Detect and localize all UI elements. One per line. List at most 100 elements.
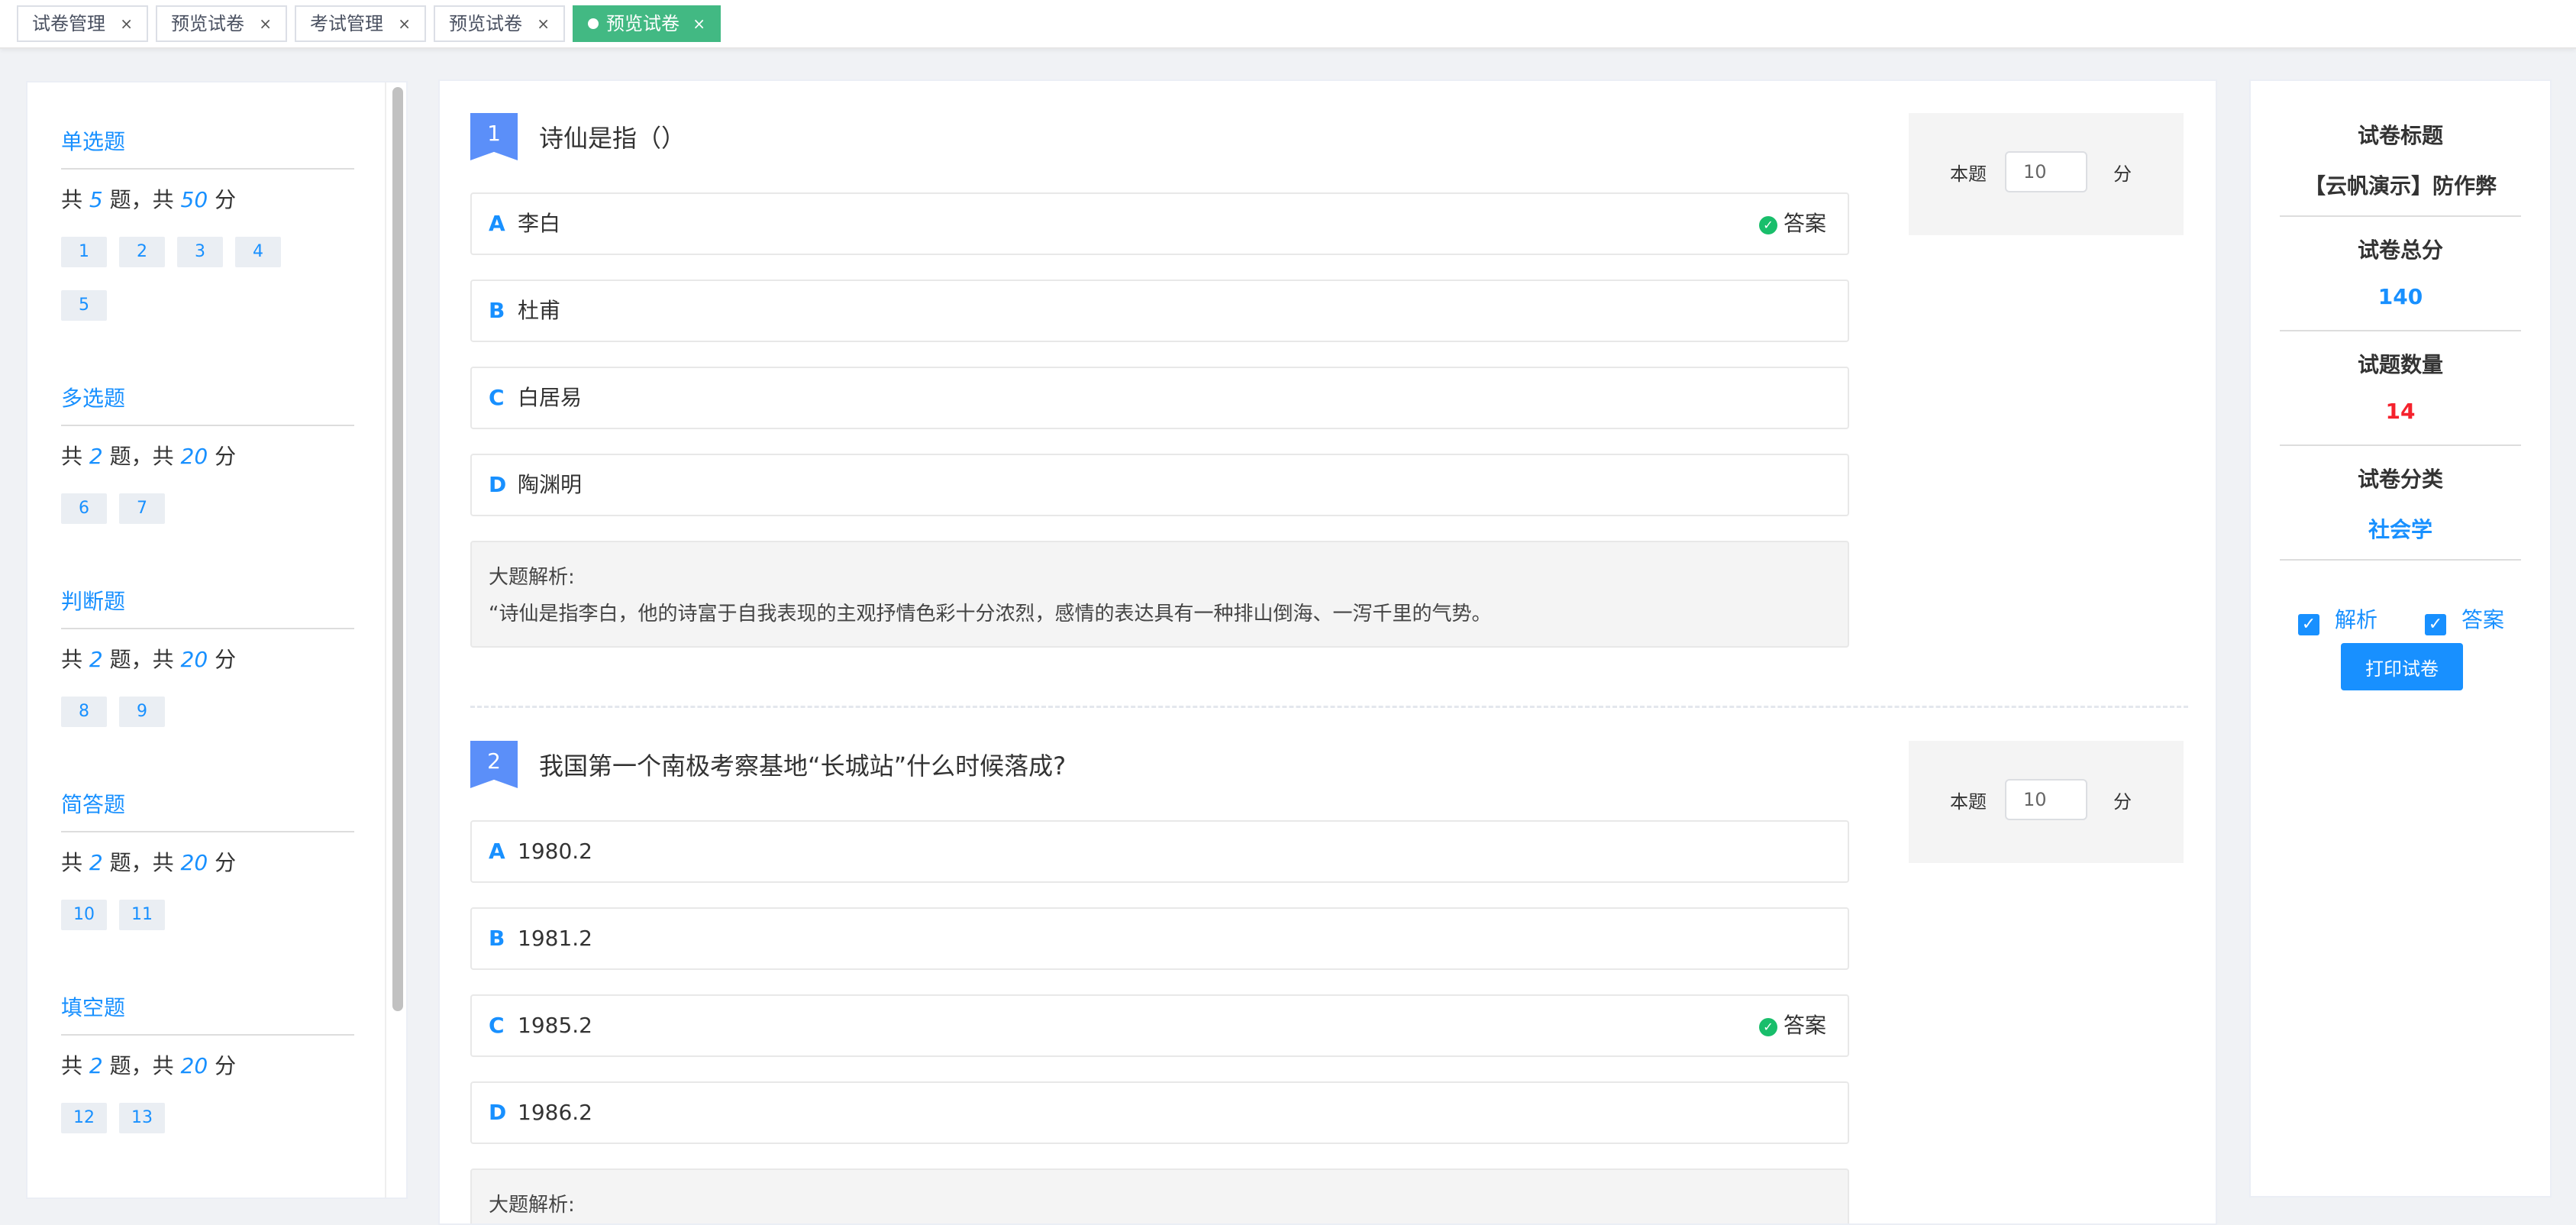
option-a: A 李白 ✓ 答案	[470, 192, 1849, 255]
category-label: 试卷分类	[2357, 467, 2443, 492]
divider	[61, 1034, 354, 1036]
group-stat: 共 2 题，共 20 分	[61, 444, 237, 469]
question-link-8[interactable]: 8	[61, 697, 107, 727]
divider	[61, 628, 354, 629]
question-link-2[interactable]: 2	[119, 237, 165, 267]
question-link-5[interactable]: 5	[61, 290, 107, 321]
question-number-badge: 2	[470, 741, 518, 788]
category-value: 社会学	[2368, 517, 2432, 542]
divider	[2280, 330, 2521, 331]
tab-label: 预览试卷	[449, 13, 522, 34]
option-a: A 1980.2	[470, 820, 1849, 883]
question-card: 2 我国第一个南极考察基地“长城站”什么时候落成? A 1980.2 B 198…	[470, 741, 2184, 1223]
question-link-10[interactable]: 10	[61, 900, 107, 930]
question-link-13[interactable]: 13	[119, 1103, 165, 1133]
close-icon[interactable]: ×	[692, 7, 705, 40]
print-paper-button[interactable]: 打印试卷	[2341, 643, 2463, 690]
tab-bar: 试卷管理 × 预览试卷 × 考试管理 × 预览试卷 × 预览试卷 ×	[0, 0, 2576, 49]
checkbox-checked-icon[interactable]: ✓	[2298, 614, 2319, 635]
show-analysis-checkbox[interactable]: ✓ 解析	[2298, 603, 2377, 635]
paper-info-panel: 试卷标题 【云帆演示】防作弊 试卷总分 140 试题数量 14 试卷分类 社会学…	[2249, 79, 2552, 1198]
tab-preview-paper-active[interactable]: 预览试卷 ×	[573, 5, 721, 42]
option-text: 1980.2	[518, 839, 592, 864]
option-d: D 陶渊明	[470, 454, 1849, 516]
question-link-12[interactable]: 12	[61, 1103, 107, 1133]
option-text: 1981.2	[518, 926, 592, 951]
question-divider	[470, 706, 2188, 708]
score-unit: 分	[2113, 791, 2132, 813]
question-analysis: 大题解析:	[470, 1168, 1849, 1223]
active-dot-icon	[588, 18, 599, 29]
option-letter: B	[489, 298, 505, 323]
nav-group-true-false: 判断题 共 2 题，共 20 分 89	[61, 587, 380, 750]
score-input[interactable]: 10	[2005, 779, 2087, 820]
group-title[interactable]: 判断题	[61, 587, 380, 617]
tab-exam-paper-management[interactable]: 试卷管理 ×	[17, 5, 148, 42]
divider	[2280, 559, 2521, 561]
question-title: 我国第一个南极考察基地“长城站”什么时候落成?	[539, 751, 1067, 781]
tab-preview-paper-2[interactable]: 预览试卷 ×	[434, 5, 565, 42]
scrollbar[interactable]	[385, 82, 406, 1198]
group-stat: 共 2 题，共 20 分	[61, 1053, 237, 1078]
nav-group-multiple-choice: 多选题 共 2 题，共 20 分 67	[61, 383, 380, 547]
option-text: 1986.2	[518, 1100, 592, 1125]
tab-label: 预览试卷	[606, 13, 680, 34]
option-letter: D	[489, 1100, 507, 1125]
checkbox-checked-icon[interactable]: ✓	[2425, 614, 2446, 635]
question-nav-panel: 单选题 共 5 题，共 50 分 1 2 3 45 多选题 共 2 题，共 20 分 …	[26, 81, 408, 1199]
question-score-box: 本题 10 分	[1909, 741, 2184, 863]
option-text: 1985.2	[518, 1013, 592, 1038]
question-analysis: 大题解析: “诗仙是指李白，他的诗富于自我表现的主观抒情色彩十分浓烈，感情的表达…	[470, 541, 1849, 648]
score-label: 本题	[1950, 791, 1987, 813]
group-title[interactable]: 简答题	[61, 790, 380, 820]
divider	[2280, 215, 2521, 217]
question-link-1[interactable]: 1	[61, 237, 107, 267]
option-letter: A	[489, 211, 505, 236]
question-link-11[interactable]: 11	[119, 900, 165, 930]
question-link-4[interactable]: 4	[235, 237, 281, 267]
option-d: D 1986.2	[470, 1081, 1849, 1144]
question-card: 1 诗仙是指（） A 李白 ✓ 答案 B 杜甫 C 白居易 D 陶渊明 大题解析:…	[470, 113, 2184, 693]
option-text: 陶渊明	[518, 472, 583, 497]
tab-label: 试卷管理	[32, 13, 105, 34]
option-text: 白居易	[518, 385, 583, 410]
nav-group-short-answer: 简答题 共 2 题，共 20 分 10 11	[61, 790, 380, 953]
total-score-value: 140	[2377, 284, 2423, 309]
question-link-3[interactable]: 3	[177, 237, 223, 267]
question-link-6[interactable]: 6	[61, 493, 107, 524]
close-icon[interactable]: ×	[537, 7, 550, 40]
show-answer-checkbox[interactable]: ✓ 答案	[2425, 603, 2504, 635]
group-title[interactable]: 填空题	[61, 993, 380, 1023]
score-label: 本题	[1950, 163, 1987, 185]
option-letter: A	[489, 839, 505, 864]
close-icon[interactable]: ×	[259, 7, 272, 40]
score-input[interactable]: 10	[2005, 151, 2087, 192]
group-title[interactable]: 多选题	[61, 383, 380, 414]
total-score-label: 试卷总分	[2357, 238, 2443, 263]
option-b: B 杜甫	[470, 280, 1849, 342]
option-c: C 1985.2 ✓ 答案	[470, 994, 1849, 1057]
correct-answer-mark: ✓ 答案	[1758, 996, 1826, 1055]
tab-exam-management[interactable]: 考试管理 ×	[295, 5, 426, 42]
option-letter: B	[489, 926, 505, 951]
group-stat: 共 2 题，共 20 分	[61, 647, 237, 672]
score-unit: 分	[2113, 163, 2132, 185]
option-letter: D	[489, 472, 507, 497]
paper-content-panel: 1 诗仙是指（） A 李白 ✓ 答案 B 杜甫 C 白居易 D 陶渊明 大题解析:…	[438, 79, 2217, 1225]
divider	[2280, 444, 2521, 446]
question-count-label: 试题数量	[2357, 352, 2443, 377]
nav-group-single-choice: 单选题 共 5 题，共 50 分 1 2 3 4 5	[61, 127, 380, 344]
option-text: 杜甫	[518, 298, 561, 323]
tab-preview-paper-1[interactable]: 预览试卷 ×	[156, 5, 287, 42]
scrollbar-thumb[interactable]	[392, 87, 403, 1011]
paper-title-value: 【云帆演示】防作弊	[2303, 173, 2497, 199]
question-link-7[interactable]: 7	[119, 493, 165, 524]
close-icon[interactable]: ×	[398, 7, 411, 40]
close-icon[interactable]: ×	[120, 7, 133, 40]
analysis-label: 大题解析:	[489, 1194, 575, 1217]
question-link-9[interactable]: 9	[119, 697, 165, 727]
divider	[61, 425, 354, 426]
group-title[interactable]: 单选题	[61, 127, 380, 157]
check-circle-icon: ✓	[1758, 1018, 1777, 1036]
paper-title-label: 试卷标题	[2357, 123, 2443, 148]
